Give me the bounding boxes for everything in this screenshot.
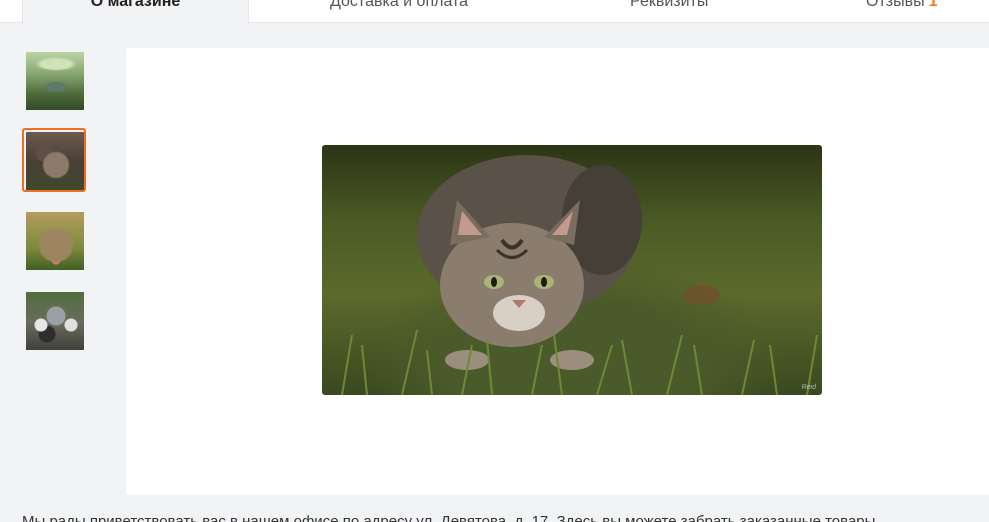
- photo-watermark: Reid: [801, 384, 816, 391]
- old-car-thumbnail-image: [26, 52, 84, 110]
- main-photo[interactable]: Reid: [322, 145, 822, 395]
- hissing-cat-thumbnail-image: [26, 212, 84, 270]
- tab-reviews[interactable]: Отзывы 1: [866, 0, 989, 23]
- tab-bar: О магазине Доставка и оплата Реквизиты О…: [0, 0, 989, 24]
- reviews-count-badge: 1: [928, 0, 938, 10]
- thumbnail-hissing-cat[interactable]: [22, 208, 86, 272]
- thumbnail-car[interactable]: [22, 48, 86, 112]
- tab-label: О магазине: [90, 0, 181, 10]
- tab-about-store[interactable]: О магазине: [22, 0, 249, 24]
- cat-illustration: [341, 155, 818, 395]
- kittens-thumbnail-image: [26, 292, 84, 350]
- crouching-cat-thumbnail-image: [26, 132, 84, 190]
- tab-delivery-payment[interactable]: Доставка и оплата: [330, 0, 490, 23]
- store-page: О магазине Доставка и оплата Реквизиты О…: [0, 0, 989, 522]
- tab-label: Доставка и оплата: [330, 0, 469, 10]
- store-description: Мы рады приветствовать вас в нашем офисе…: [22, 513, 876, 522]
- tab-label: Реквизиты: [630, 0, 709, 10]
- thumbnail-kittens[interactable]: [22, 288, 86, 352]
- image-viewer: Reid: [126, 48, 989, 495]
- tab-requisites[interactable]: Реквизиты: [630, 0, 730, 23]
- tab-label: Отзывы: [866, 0, 925, 10]
- thumbnail-crouching-cat[interactable]: [22, 128, 86, 192]
